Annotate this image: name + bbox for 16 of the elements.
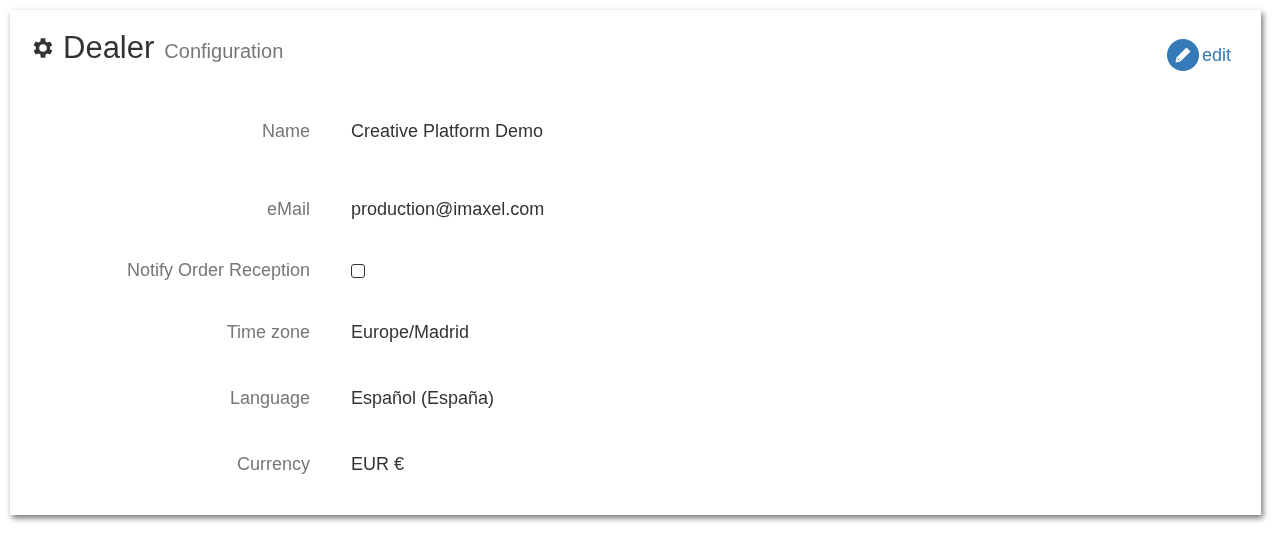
field-value: Creative Platform Demo bbox=[351, 120, 544, 141]
field-value: production@imaxel.com bbox=[351, 198, 545, 219]
field-label: Time zone bbox=[225, 321, 310, 343]
page-subtitle: Configuration bbox=[164, 40, 284, 63]
field-label: eMail bbox=[266, 198, 310, 220]
field-value: Español (España) bbox=[351, 387, 495, 408]
field-label: Name bbox=[261, 120, 310, 142]
field-label: Language bbox=[228, 387, 310, 409]
checkbox[interactable] bbox=[351, 263, 365, 278]
pencil-icon bbox=[1166, 39, 1199, 71]
field-label: Notify Order Reception bbox=[125, 260, 310, 281]
field-value: Europe/Madrid bbox=[351, 321, 470, 342]
field-value: EUR € bbox=[351, 453, 404, 474]
field-label: Currency bbox=[235, 453, 310, 475]
page-title: Dealer bbox=[63, 30, 155, 66]
edit-link[interactable]: edit bbox=[1166, 39, 1231, 71]
